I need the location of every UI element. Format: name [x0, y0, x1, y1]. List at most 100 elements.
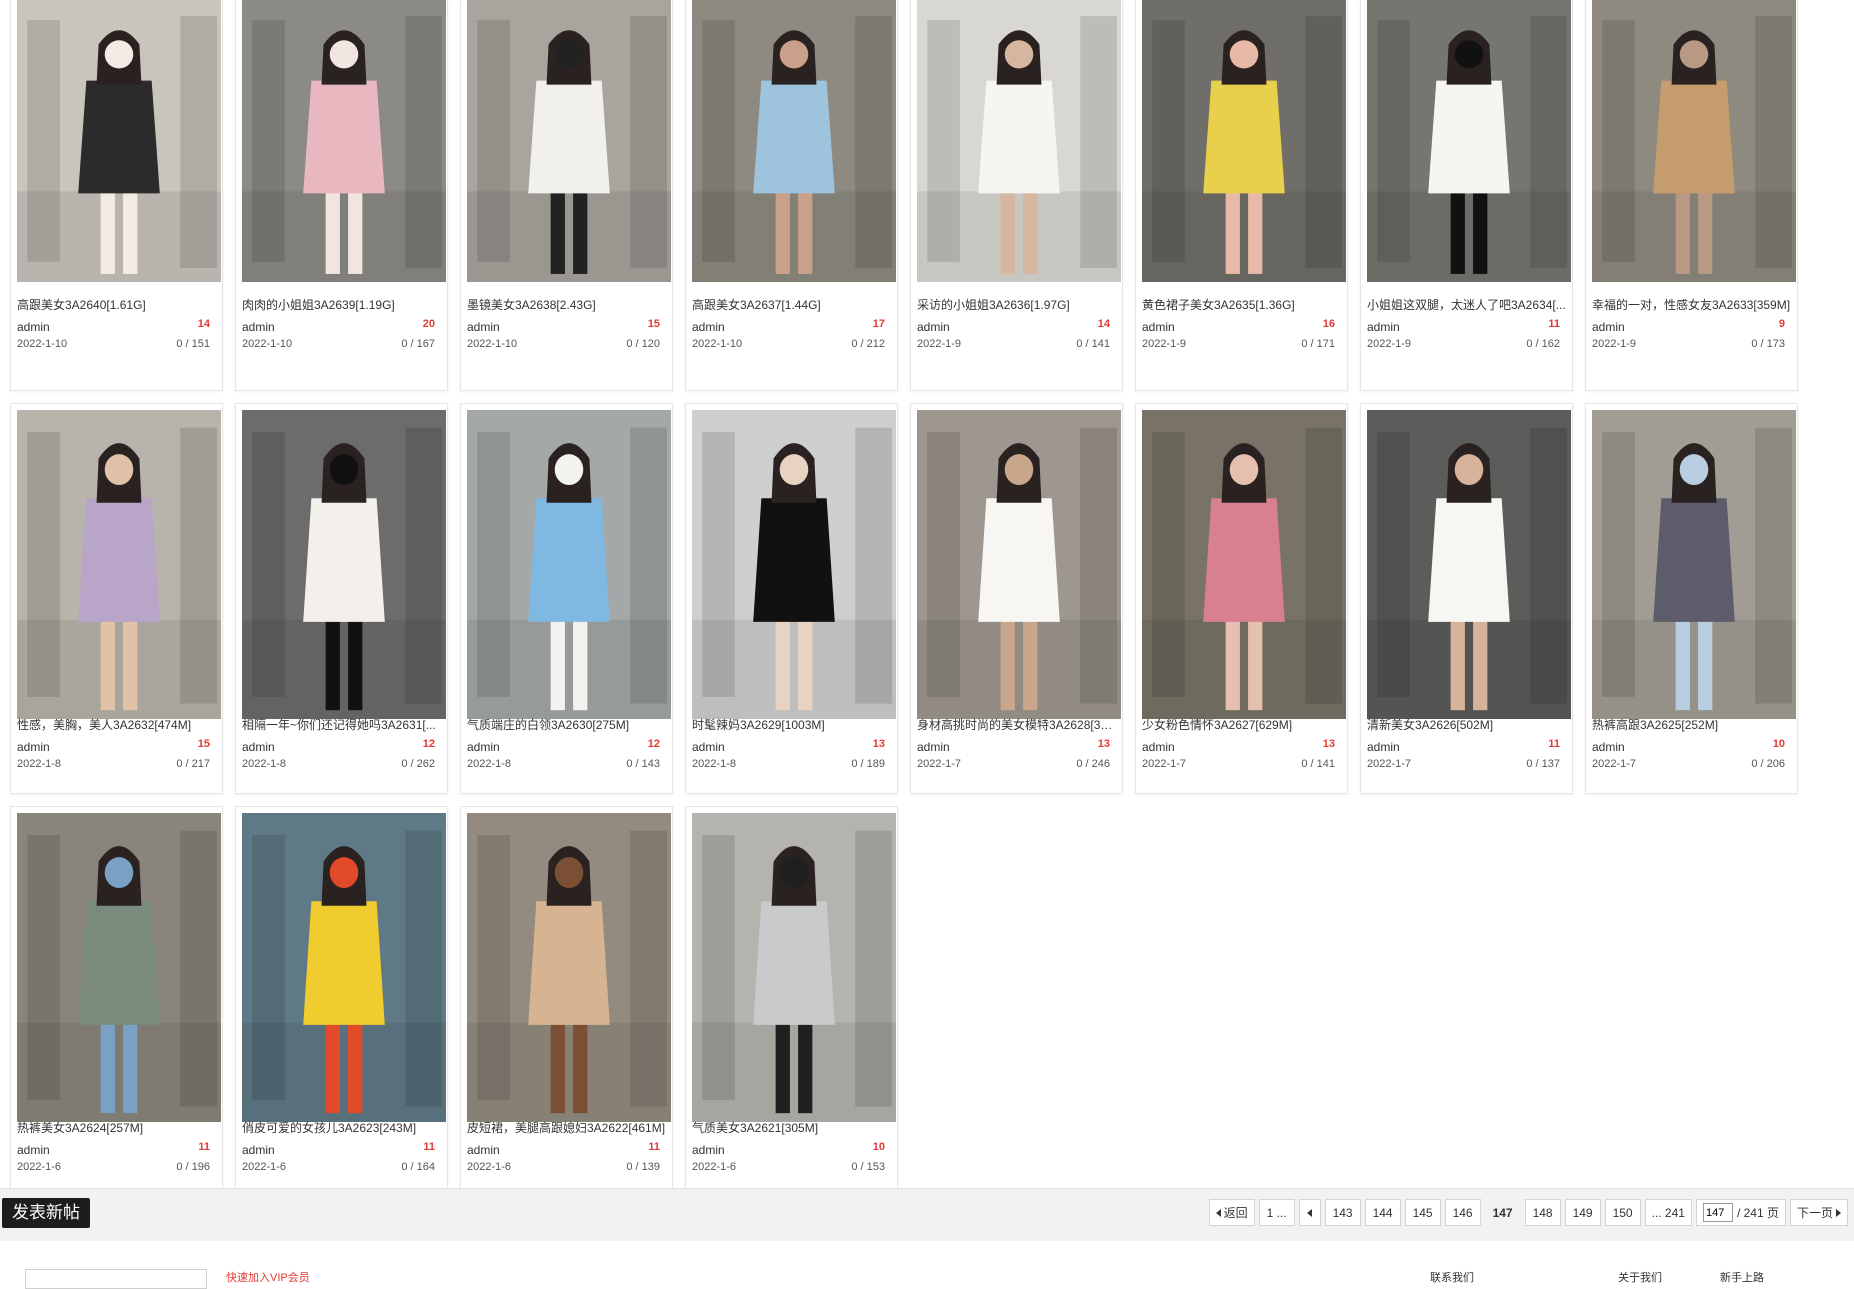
thread-author[interactable]: admin — [467, 1143, 500, 1157]
thread-card[interactable]: 小姐姐这双腿，太迷人了吧3A2634[... admin 11 2022-1-9 0 /… — [1360, 0, 1573, 391]
prev-page-button[interactable] — [1298, 1199, 1321, 1226]
thread-thumbnail[interactable] — [17, 0, 221, 282]
thread-thumbnail[interactable] — [242, 813, 446, 1122]
thread-thumbnail[interactable] — [917, 410, 1121, 719]
thread-thumbnail[interactable] — [17, 410, 221, 719]
thread-card[interactable]: 少女粉色情怀3A2627[629M] admin 13 2022-1-7 0 / 141 — [1135, 403, 1348, 794]
thread-card[interactable]: 性感，美胸，美人3A2632[474M] admin 15 2022-1-8 0 / 2… — [10, 403, 223, 794]
thread-author[interactable]: admin — [242, 740, 275, 754]
thread-thumbnail[interactable] — [1592, 0, 1796, 282]
thread-title[interactable]: 气质端庄的白领3A2630[275M] — [467, 716, 666, 733]
thread-card[interactable]: 皮短裙，美腿高跟媳妇3A2622[461M] admin 11 2022-1-6 0 /… — [460, 806, 673, 1197]
thread-author[interactable]: admin — [1592, 320, 1625, 334]
thread-author[interactable]: admin — [242, 1143, 275, 1157]
thread-card[interactable]: 黄色裙子美女3A2635[1.36G] admin 16 2022-1-9 0 / 17… — [1135, 0, 1348, 391]
page-143[interactable]: 143 — [1324, 1199, 1361, 1226]
thread-card[interactable]: 清新美女3A2626[502M] admin 11 2022-1-7 0 / 137 — [1360, 403, 1573, 794]
thread-title[interactable]: 高跟美女3A2637[1.44G] — [692, 296, 891, 313]
thread-author[interactable]: admin — [1592, 740, 1625, 754]
thread-card[interactable]: 热裤高跟3A2625[252M] admin 10 2022-1-7 0 / 206 — [1585, 403, 1798, 794]
thread-card[interactable]: 幸福的一对，性感女友3A2633[359M] admin 9 2022-1-9 0 / … — [1585, 0, 1798, 391]
thread-title[interactable]: 热裤高跟3A2625[252M] — [1592, 716, 1791, 733]
thread-title[interactable]: 采访的小姐姐3A2636[1.97G] — [917, 296, 1116, 313]
thread-thumbnail[interactable] — [467, 410, 671, 719]
page-146[interactable]: 146 — [1444, 1199, 1481, 1226]
page-last[interactable]: ... 241 — [1644, 1199, 1692, 1226]
thread-thumbnail[interactable] — [692, 0, 896, 282]
thread-card[interactable]: 气质端庄的白领3A2630[275M] admin 12 2022-1-8 0 / 14… — [460, 403, 673, 794]
thread-author[interactable]: admin — [17, 1143, 50, 1157]
page-144[interactable]: 144 — [1364, 1199, 1401, 1226]
thread-title[interactable]: 少女粉色情怀3A2627[629M] — [1142, 716, 1341, 733]
thread-thumbnail[interactable] — [467, 813, 671, 1122]
thread-card[interactable]: 高跟美女3A2640[1.61G] admin 14 2022-1-10 0 / 151 — [10, 0, 223, 391]
thread-thumbnail[interactable] — [1367, 410, 1571, 719]
page-145[interactable]: 145 — [1404, 1199, 1441, 1226]
thread-thumbnail[interactable] — [1367, 0, 1571, 282]
footer-about-link[interactable]: 关于我们 — [1618, 1269, 1662, 1285]
footer-vip-link[interactable]: 快速加入VIP会员 — [226, 1269, 310, 1285]
thread-author[interactable]: admin — [1367, 740, 1400, 754]
footer-contact-link[interactable]: 联系我们 — [1430, 1269, 1474, 1285]
thread-card[interactable]: 俏皮可爱的女孩儿3A2623[243M] admin 11 2022-1-6 0 / 1… — [235, 806, 448, 1197]
thread-author[interactable]: admin — [17, 740, 50, 754]
thread-card[interactable]: 墨镜美女3A2638[2.43G] admin 15 2022-1-10 0 / 120 — [460, 0, 673, 391]
thread-card[interactable]: 采访的小姐姐3A2636[1.97G] admin 14 2022-1-9 0 / 14… — [910, 0, 1123, 391]
thread-author[interactable]: admin — [917, 740, 950, 754]
thread-thumbnail[interactable] — [917, 0, 1121, 282]
thread-title[interactable]: 小姐姐这双腿，太迷人了吧3A2634[... — [1367, 296, 1566, 313]
thread-thumbnail[interactable] — [17, 813, 221, 1122]
page-148[interactable]: 148 — [1524, 1199, 1561, 1226]
thread-title[interactable]: 高跟美女3A2640[1.61G] — [17, 296, 216, 313]
thread-thumbnail[interactable] — [692, 410, 896, 719]
footer-search-input[interactable] — [25, 1269, 207, 1289]
thread-title[interactable]: 俏皮可爱的女孩儿3A2623[243M] — [242, 1119, 441, 1136]
thread-card[interactable]: 肉肉的小姐姐3A2639[1.19G] admin 20 2022-1-10 0 / 1… — [235, 0, 448, 391]
thread-author[interactable]: admin — [1142, 320, 1175, 334]
thread-title[interactable]: 身材高挑时尚的美女模特3A2628[32... — [917, 716, 1116, 733]
thread-thumbnail[interactable] — [242, 410, 446, 719]
thread-title[interactable]: 时髦辣妈3A2629[1003M] — [692, 716, 891, 733]
thread-card[interactable]: 气质美女3A2621[305M] admin 10 2022-1-6 0 / 153 — [685, 806, 898, 1197]
thread-stats: 0 / 151 — [176, 338, 210, 350]
thread-author[interactable]: admin — [692, 1143, 725, 1157]
thread-title[interactable]: 皮短裙，美腿高跟媳妇3A2622[461M] — [467, 1119, 666, 1136]
thread-thumbnail[interactable] — [1142, 0, 1346, 282]
thread-author[interactable]: admin — [692, 740, 725, 754]
thread-card[interactable]: 时髦辣妈3A2629[1003M] admin 13 2022-1-8 0 / 189 — [685, 403, 898, 794]
new-post-button[interactable]: 发表新帖 — [2, 1198, 90, 1228]
thread-title[interactable]: 性感，美胸，美人3A2632[474M] — [17, 716, 216, 733]
thread-card[interactable]: 热裤美女3A2624[257M] admin 11 2022-1-6 0 / 196 — [10, 806, 223, 1197]
thread-title[interactable]: 相隔一年~你们还记得她吗3A2631[... — [242, 716, 441, 733]
thread-author[interactable]: admin — [242, 320, 275, 334]
thread-author[interactable]: admin — [467, 740, 500, 754]
page-150[interactable]: 150 — [1604, 1199, 1641, 1226]
thread-thumbnail[interactable] — [1592, 410, 1796, 719]
thread-title[interactable]: 墨镜美女3A2638[2.43G] — [467, 296, 666, 313]
thread-author[interactable]: admin — [692, 320, 725, 334]
thread-author[interactable]: admin — [1142, 740, 1175, 754]
thread-title[interactable]: 气质美女3A2621[305M] — [692, 1119, 891, 1136]
page-149[interactable]: 149 — [1564, 1199, 1601, 1226]
page-first[interactable]: 1 ... — [1258, 1199, 1295, 1226]
next-page-button[interactable]: 下一页 — [1789, 1199, 1848, 1226]
thread-title[interactable]: 黄色裙子美女3A2635[1.36G] — [1142, 296, 1341, 313]
thread-thumbnail[interactable] — [1142, 410, 1346, 719]
footer-newbie-link[interactable]: 新手上路 — [1720, 1269, 1764, 1285]
thread-title[interactable]: 肉肉的小姐姐3A2639[1.19G] — [242, 296, 441, 313]
thread-thumbnail[interactable] — [242, 0, 446, 282]
thread-card[interactable]: 高跟美女3A2637[1.44G] admin 17 2022-1-10 0 / 212 — [685, 0, 898, 391]
thread-thumbnail[interactable] — [692, 813, 896, 1122]
thread-card[interactable]: 身材高挑时尚的美女模特3A2628[32... admin 13 2022-1-7 0 … — [910, 403, 1123, 794]
thread-title[interactable]: 清新美女3A2626[502M] — [1367, 716, 1566, 733]
thread-author[interactable]: admin — [467, 320, 500, 334]
back-button[interactable]: 返回 — [1208, 1199, 1255, 1226]
thread-author[interactable]: admin — [917, 320, 950, 334]
thread-card[interactable]: 相隔一年~你们还记得她吗3A2631[... admin 12 2022-1-8 0 /… — [235, 403, 448, 794]
thread-author[interactable]: admin — [1367, 320, 1400, 334]
page-jump-input[interactable] — [1702, 1203, 1733, 1222]
thread-thumbnail[interactable] — [467, 0, 671, 282]
thread-title[interactable]: 热裤美女3A2624[257M] — [17, 1119, 216, 1136]
thread-title[interactable]: 幸福的一对，性感女友3A2633[359M] — [1592, 296, 1791, 313]
thread-author[interactable]: admin — [17, 320, 50, 334]
